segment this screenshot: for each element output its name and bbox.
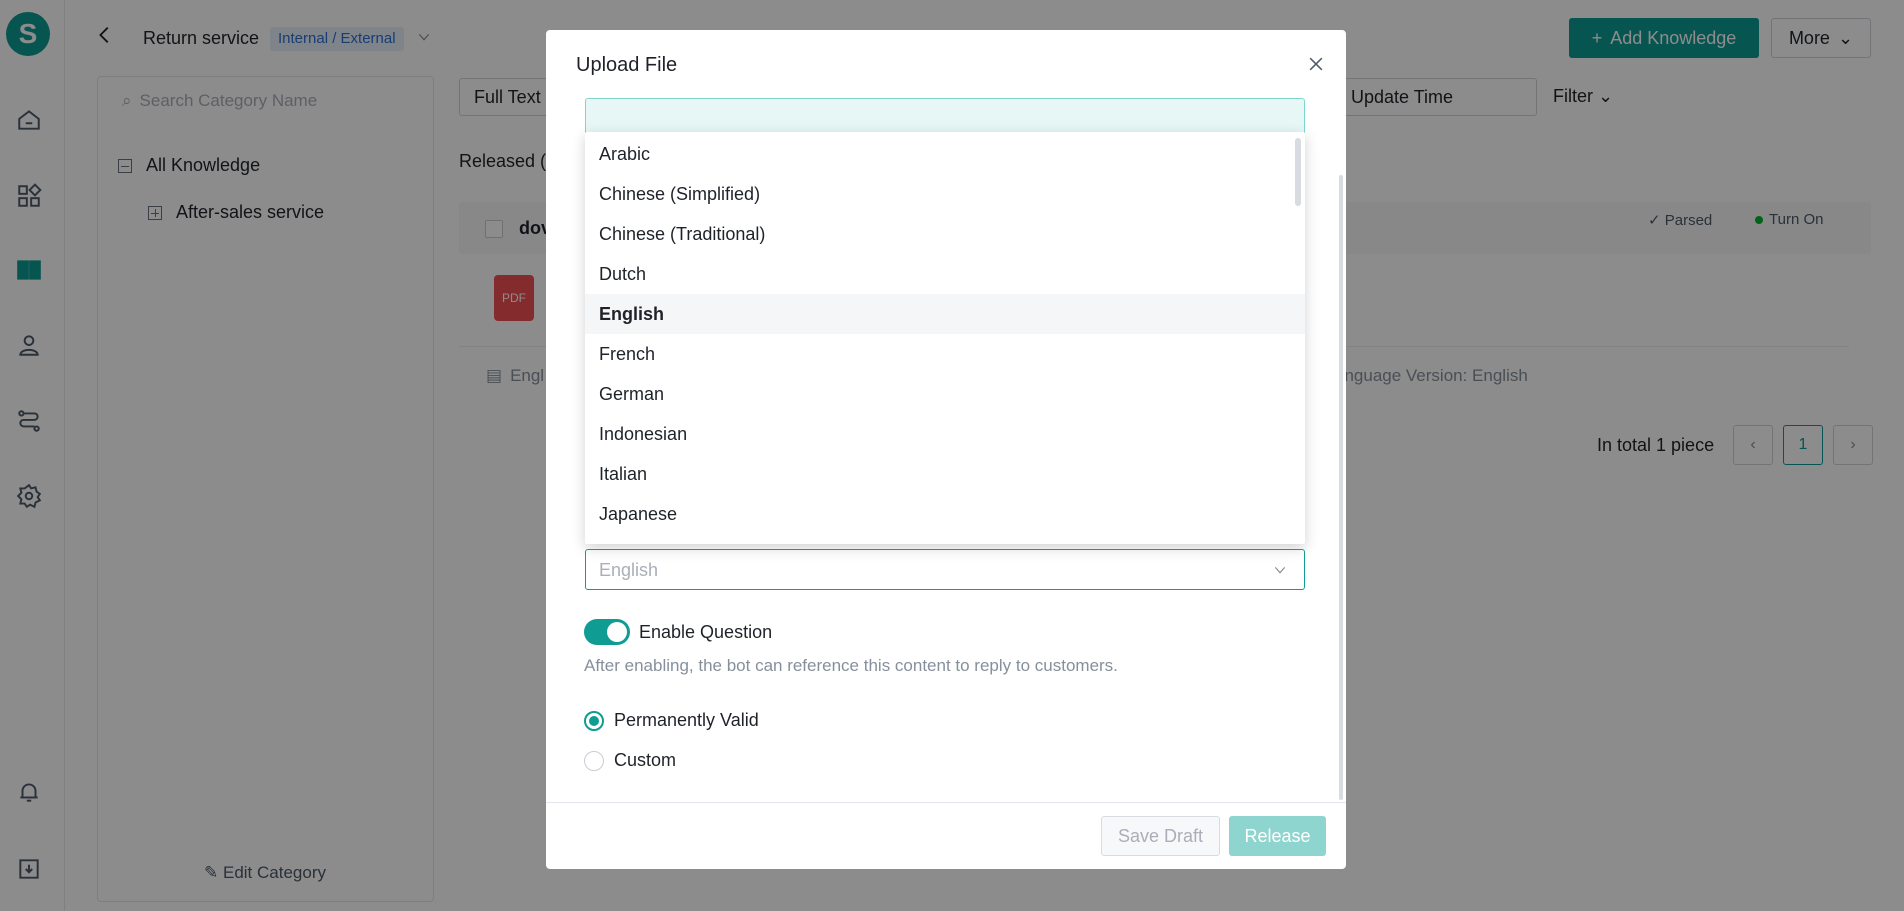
- modal-scrollbar[interactable]: [1339, 175, 1343, 800]
- language-option[interactable]: Chinese (Traditional): [585, 214, 1305, 254]
- custom-label: Custom: [614, 750, 677, 770]
- release-button[interactable]: Release: [1229, 816, 1326, 856]
- modal-title: Upload File: [576, 54, 678, 76]
- language-option[interactable]: English: [585, 294, 1305, 334]
- save-draft-button[interactable]: Save Draft: [1101, 816, 1220, 856]
- chevron-down-icon: [1274, 566, 1286, 574]
- language-option[interactable]: Chinese (Simplified): [585, 174, 1305, 214]
- modal-footer-divider: [546, 802, 1346, 803]
- enable-question-toggle[interactable]: [584, 619, 630, 645]
- enable-question-description: After enabling, the bot can reference th…: [584, 656, 1118, 675]
- language-option[interactable]: Arabic: [585, 134, 1305, 174]
- language-option[interactable]: French: [585, 334, 1305, 374]
- language-option[interactable]: Italian: [585, 454, 1305, 494]
- custom-radio[interactable]: [584, 751, 604, 771]
- close-icon[interactable]: [1306, 54, 1330, 78]
- upload-file-modal: Upload File Arabic Chinese (Simplified) Ch…: [546, 30, 1346, 869]
- language-option[interactable]: German: [585, 374, 1305, 414]
- language-option[interactable]: Japanese: [585, 494, 1305, 534]
- permanently-valid-label: Permanently Valid: [614, 710, 759, 730]
- enable-question-label: Enable Question: [639, 622, 773, 642]
- permanently-valid-radio[interactable]: [584, 711, 604, 731]
- language-select[interactable]: English: [585, 549, 1305, 590]
- language-option[interactable]: Dutch: [585, 254, 1305, 294]
- language-option[interactable]: Indonesian: [585, 414, 1305, 454]
- language-dropdown: Arabic Chinese (Simplified) Chinese (Tradi…: [585, 132, 1305, 544]
